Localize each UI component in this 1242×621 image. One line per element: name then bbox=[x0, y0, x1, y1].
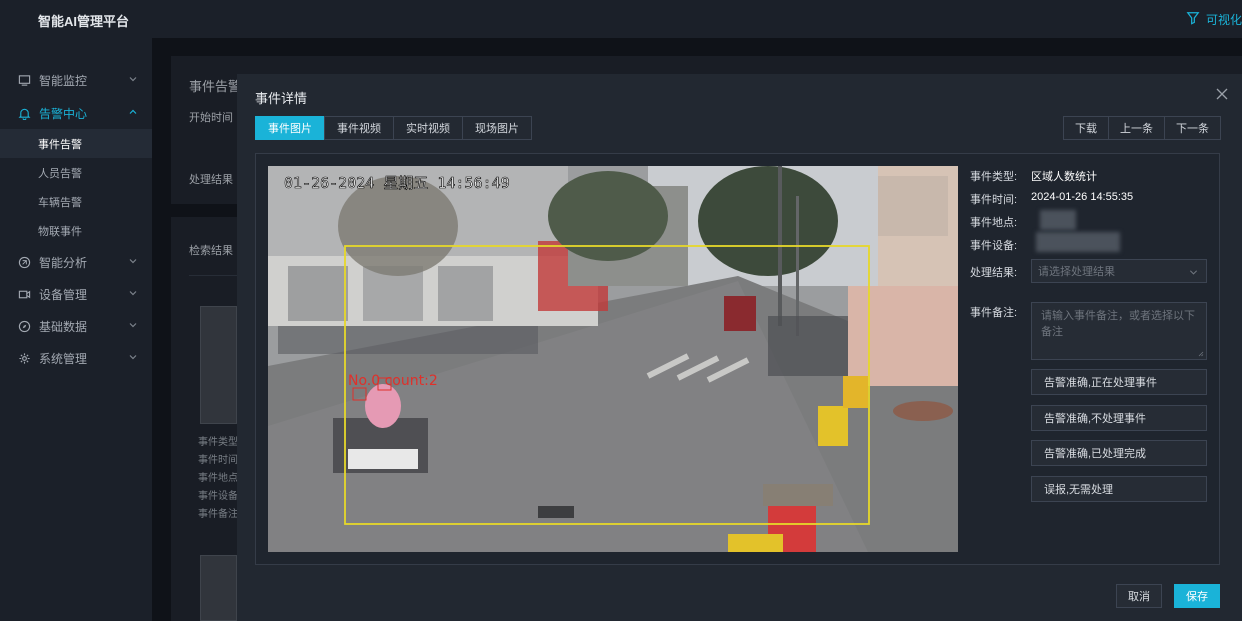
chevron-down-icon bbox=[129, 259, 137, 264]
modal-title: 事件详情 bbox=[255, 91, 308, 106]
info-time-label: 事件时间: bbox=[970, 194, 1018, 206]
record-navigation: 下载 上一条 下一条 bbox=[1063, 116, 1221, 140]
sidebar-item-label: 设备管理 bbox=[39, 287, 88, 302]
chevron-down-icon bbox=[1189, 270, 1198, 275]
info-type-value: 区域人数统计 bbox=[1031, 171, 1097, 183]
download-button[interactable]: 下载 bbox=[1063, 116, 1109, 140]
sidebar-item-device[interactable]: 设备管理 bbox=[0, 279, 152, 309]
compass-icon bbox=[17, 319, 31, 333]
quick-remark-button[interactable]: 告警准确,已处理完成 bbox=[1031, 440, 1207, 466]
sidebar-item-system[interactable]: 系统管理 bbox=[0, 343, 152, 373]
app-title: 智能AI管理平台 bbox=[38, 14, 130, 29]
sidebar-item-label: 系统管理 bbox=[39, 351, 88, 366]
redacted-location bbox=[1040, 210, 1076, 230]
info-time-value: 2024-01-26 14:55:35 bbox=[1031, 191, 1134, 203]
cancel-button[interactable]: 取消 bbox=[1116, 584, 1162, 608]
sidebar-sub-vehicle-alarm[interactable]: 车辆告警 bbox=[0, 187, 152, 216]
sidebar-item-label: 告警中心 bbox=[39, 106, 88, 121]
tab-bar: 事件图片 事件视频 实时视频 现场图片 bbox=[255, 116, 532, 140]
bell-icon bbox=[17, 106, 31, 120]
gear-icon bbox=[17, 351, 31, 365]
chevron-up-icon bbox=[129, 109, 137, 114]
sidebar-sub-person-alarm[interactable]: 人员告警 bbox=[0, 158, 152, 187]
sidebar-sub-event-alarm[interactable]: 事件告警 bbox=[0, 129, 152, 158]
remark-placeholder: 请输入事件备注，或者选择以下备注 bbox=[1041, 310, 1195, 338]
quick-remark-button[interactable]: 误报,无需处理 bbox=[1031, 476, 1207, 502]
tab-event-image[interactable]: 事件图片 bbox=[255, 116, 325, 140]
sidebar-item-label: 基础数据 bbox=[39, 319, 88, 334]
prev-button[interactable]: 上一条 bbox=[1108, 116, 1165, 140]
info-remark-label: 事件备注: bbox=[970, 307, 1018, 319]
sidebar-item-basic-data[interactable]: 基础数据 bbox=[0, 311, 152, 341]
info-device-label: 事件设备: bbox=[970, 240, 1018, 252]
event-content: 01-26-2024 星期五 14:56:49 No.0 count:2 事件类… bbox=[255, 153, 1220, 565]
next-button[interactable]: 下一条 bbox=[1164, 116, 1221, 140]
info-location-label: 事件地点: bbox=[970, 217, 1018, 229]
info-time-row: 事件时间: 2024-01-26 14:55:35 bbox=[970, 191, 1133, 207]
tab-live-video[interactable]: 实时视频 bbox=[393, 116, 463, 140]
timestamp-overlay: 01-26-2024 星期五 14:56:49 bbox=[284, 174, 510, 192]
tab-event-video[interactable]: 事件视频 bbox=[324, 116, 394, 140]
tab-scene-image[interactable]: 现场图片 bbox=[462, 116, 532, 140]
chevron-down-icon bbox=[129, 291, 137, 296]
info-location-row: 事件地点: bbox=[970, 214, 1031, 230]
camera-icon bbox=[17, 287, 31, 301]
result-select-placeholder: 请选择处理结果 bbox=[1038, 266, 1115, 278]
sidebar: 智能监控 告警中心 事件告警 人员告警 车辆告警 物联事件 智能分析 设备管理 … bbox=[0, 38, 152, 621]
quick-remark-button[interactable]: 告警准确,不处理事件 bbox=[1031, 405, 1207, 431]
sidebar-item-label: 智能监控 bbox=[39, 73, 88, 88]
info-remark-row: 事件备注: bbox=[970, 304, 1031, 320]
info-type-row: 事件类型: 区域人数统计 bbox=[970, 168, 1097, 184]
monitor-icon bbox=[17, 73, 31, 87]
chevron-down-icon bbox=[129, 323, 137, 328]
sidebar-item-analysis[interactable]: 智能分析 bbox=[0, 247, 152, 277]
sidebar-sub-iot-event[interactable]: 物联事件 bbox=[0, 216, 152, 245]
remark-textarea[interactable]: 请输入事件备注，或者选择以下备注 bbox=[1031, 302, 1207, 360]
analysis-icon bbox=[17, 255, 31, 269]
resize-grip-icon[interactable] bbox=[1198, 351, 1204, 357]
sidebar-item-alarm-center[interactable]: 告警中心 bbox=[0, 98, 152, 128]
visualization-label: 可视化 bbox=[1205, 13, 1242, 27]
result-select[interactable]: 请选择处理结果 bbox=[1031, 259, 1207, 283]
detection-label: No.0 count:2 bbox=[348, 373, 438, 389]
top-bar: 智能AI管理平台 可视化 bbox=[0, 0, 1242, 38]
chevron-down-icon bbox=[129, 77, 137, 82]
event-image[interactable]: 01-26-2024 星期五 14:56:49 No.0 count:2 bbox=[268, 166, 958, 552]
filter-icon bbox=[1186, 11, 1200, 28]
save-button[interactable]: 保存 bbox=[1174, 584, 1220, 608]
info-type-label: 事件类型: bbox=[970, 171, 1018, 183]
chevron-down-icon bbox=[129, 355, 137, 360]
info-result-row: 处理结果: bbox=[970, 264, 1031, 280]
event-detail-modal: 事件详情 事件图片 事件视频 实时视频 现场图片 下载 上一条 下一条 01-2… bbox=[237, 74, 1242, 621]
sidebar-item-monitor[interactable]: 智能监控 bbox=[0, 65, 152, 95]
info-result-label: 处理结果: bbox=[970, 267, 1018, 279]
sidebar-item-label: 智能分析 bbox=[39, 255, 88, 270]
close-icon[interactable] bbox=[1216, 88, 1228, 100]
quick-remark-button[interactable]: 告警准确,正在处理事件 bbox=[1031, 369, 1207, 395]
redacted-device bbox=[1036, 232, 1120, 252]
info-device-row: 事件设备: bbox=[970, 237, 1031, 253]
visualization-link[interactable]: 可视化 bbox=[1186, 11, 1242, 28]
